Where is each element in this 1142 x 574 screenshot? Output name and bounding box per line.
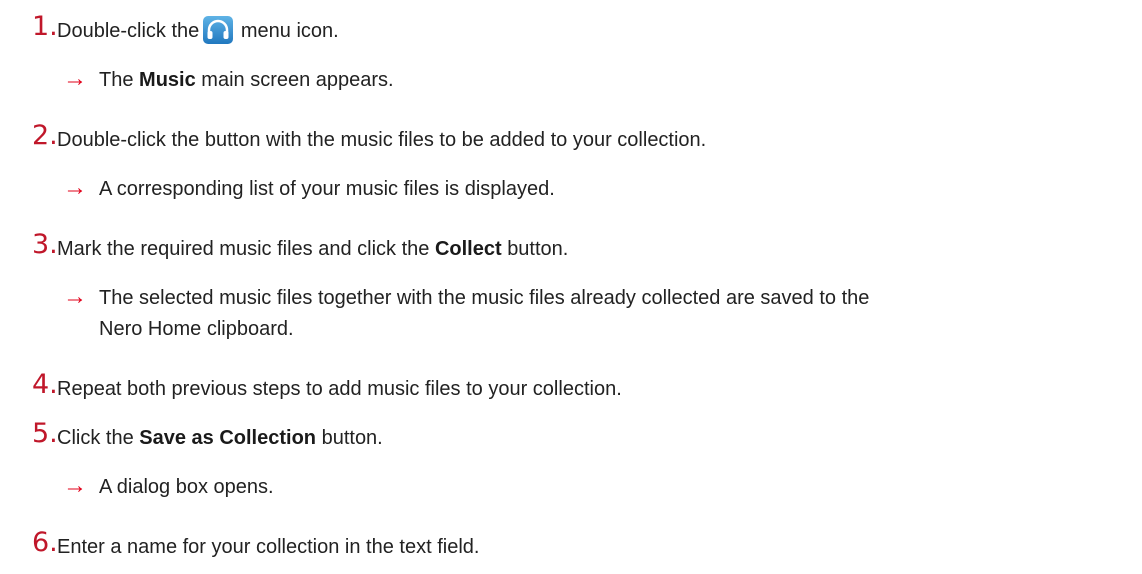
step-text: Repeat both previous steps to add music … — [57, 378, 622, 400]
step-text: Click the Save as Collection button. — [57, 426, 383, 450]
step-text-post: button. — [507, 238, 569, 260]
result-text-line1: The selected music files together with t… — [99, 287, 870, 309]
step-text: Double-click the menu icon. — [57, 15, 339, 44]
step-text-post: button. — [321, 427, 383, 449]
step-text: Mark the required music files and click … — [57, 237, 568, 261]
result-arrow-icon: → — [63, 65, 87, 92]
step-number: 4. — [32, 369, 58, 400]
result-arrow-icon: → — [63, 174, 87, 201]
step-number: 5. — [32, 418, 58, 449]
result-text: A dialog box opens. — [99, 476, 274, 498]
step-text-pre: Click the — [57, 427, 134, 449]
result-text: A corresponding list of your music files… — [99, 178, 555, 200]
result-text-post: main screen appears. — [201, 69, 394, 91]
result-text-bold: Music — [139, 69, 196, 91]
headphones-icon — [203, 15, 234, 44]
result-text-pre: The — [99, 69, 134, 91]
step-text-post: menu icon. — [240, 20, 339, 42]
step-number: 3. — [32, 229, 58, 260]
result-text-line2: Nero Home clipboard. — [99, 318, 294, 340]
step-number: 6. — [32, 527, 58, 558]
step-text: Double-click the button with the music f… — [57, 129, 707, 151]
step-text: Enter a name for your collection in the … — [57, 536, 480, 558]
result-arrow-icon: → — [63, 283, 87, 310]
result-arrow-icon: → — [63, 472, 87, 499]
step-number: 2. — [32, 120, 58, 151]
step-number: 1. — [32, 11, 58, 42]
step-text-pre: Mark the required music files and click … — [57, 238, 430, 260]
step-text-bold: Save as Collection — [139, 427, 317, 449]
result-text: The Music main screen appears. — [99, 68, 394, 92]
step-text-pre: Double-click the — [57, 20, 200, 42]
step-text-bold: Collect — [434, 238, 502, 260]
